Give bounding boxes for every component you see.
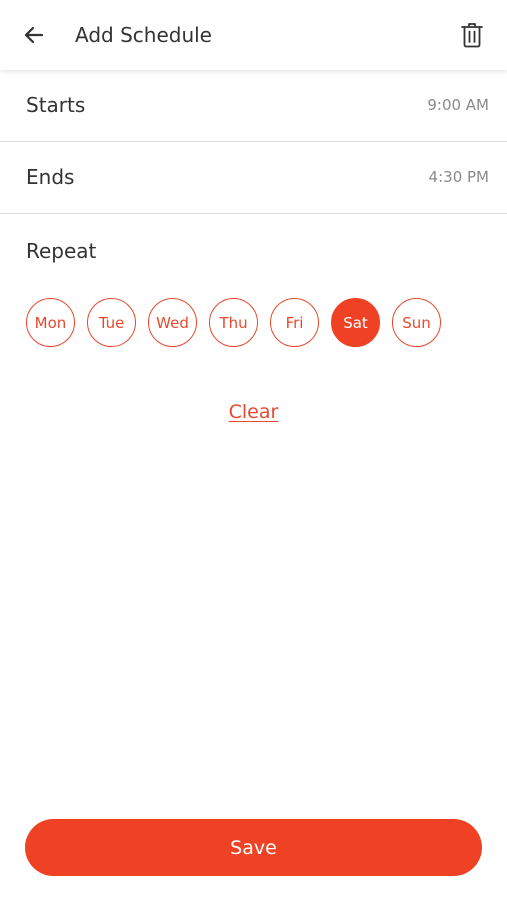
day-toggle-sat[interactable]: Sat [331, 298, 380, 347]
repeat-label: Repeat [26, 239, 97, 263]
day-toggle-sun[interactable]: Sun [392, 298, 441, 347]
ends-row[interactable]: Ends 4:30 PM [0, 142, 507, 214]
day-toggle-thu[interactable]: Thu [209, 298, 258, 347]
ends-time-value: 4:30 PM [428, 168, 489, 186]
clear-link[interactable]: Clear [229, 401, 279, 423]
starts-row[interactable]: Starts 9:00 AM [0, 70, 507, 142]
clear-row: Clear [0, 400, 507, 424]
day-toggle-tue[interactable]: Tue [87, 298, 136, 347]
arrow-left-icon [24, 26, 44, 44]
day-toggle-wed[interactable]: Wed [148, 298, 197, 347]
app-header: Add Schedule [0, 0, 507, 70]
ends-label: Ends [26, 165, 75, 189]
day-toggle-fri[interactable]: Fri [270, 298, 319, 347]
starts-label: Starts [26, 93, 86, 117]
page-title: Add Schedule [75, 23, 212, 47]
delete-button[interactable] [455, 18, 489, 52]
trash-icon [461, 23, 483, 48]
day-toggle-mon[interactable]: Mon [26, 298, 75, 347]
save-button[interactable]: Save [25, 819, 482, 876]
back-button[interactable] [16, 17, 52, 53]
starts-time-value: 9:00 AM [427, 96, 489, 114]
repeat-days: Mon Tue Wed Thu Fri Sat Sun [26, 298, 441, 347]
